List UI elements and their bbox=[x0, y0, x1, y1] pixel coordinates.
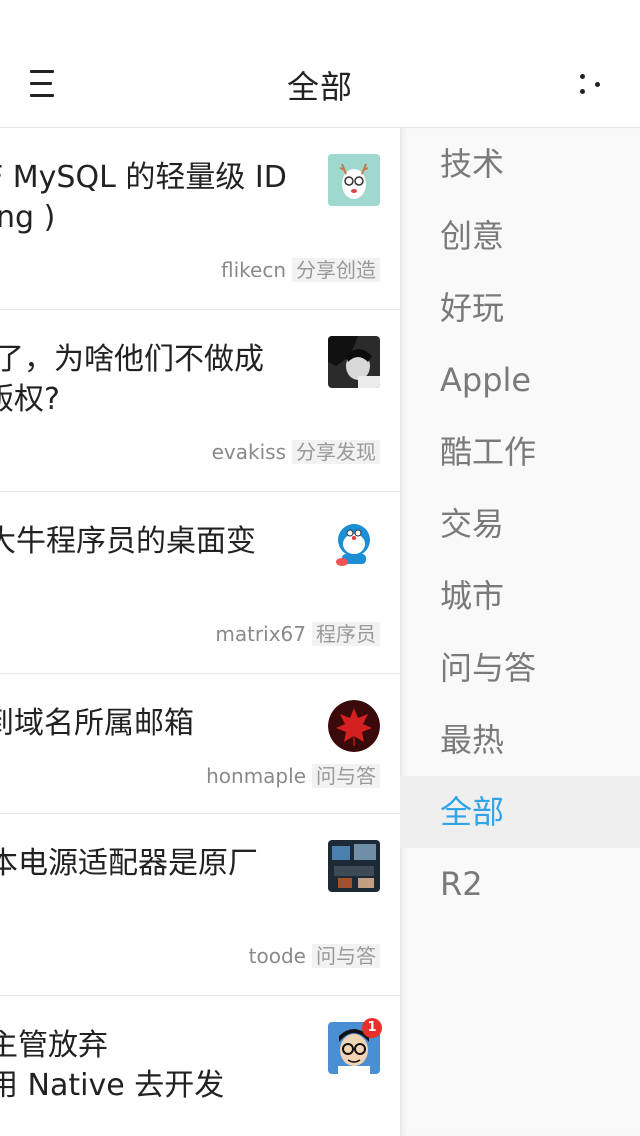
topic-node[interactable]: 分享创造 bbox=[292, 258, 380, 282]
side-item-hot[interactable]: 最热 bbox=[400, 704, 640, 776]
side-item-fun[interactable]: 好玩 bbox=[400, 272, 640, 344]
topic-item[interactable]: 到域名所属邮箱 honmaple 问与答 bbox=[0, 674, 400, 814]
topic-meta: matrix67 程序员 bbox=[215, 620, 380, 648]
topic-title: F MySQL 的轻量级 ID ng ) bbox=[0, 158, 304, 238]
topic-feed[interactable]: F MySQL 的轻量级 ID ng ) flikecn 分享创造 了，为啥他们不… bbox=[0, 128, 400, 1136]
topic-author[interactable]: evakiss bbox=[212, 440, 286, 464]
side-item-all[interactable]: 全部 bbox=[400, 776, 640, 848]
topic-title-line: F MySQL 的轻量级 ID bbox=[0, 160, 287, 195]
topic-title-line: 用 Native 去开发 bbox=[0, 1068, 225, 1103]
maple-leaf-avatar-icon bbox=[328, 700, 380, 752]
page-title: 全部 bbox=[286, 68, 353, 106]
user-avatar[interactable] bbox=[328, 154, 380, 206]
topic-title-line: 主管放弃 bbox=[0, 1028, 108, 1063]
topic-title-line: 了，为啥他们不做成 bbox=[0, 342, 264, 377]
topic-author[interactable]: honmaple bbox=[206, 764, 306, 788]
topic-title-line: 到域名所属邮箱 bbox=[0, 706, 194, 741]
topic-item[interactable]: 大牛程序员的桌面变 matrix67 程序员 bbox=[0, 492, 400, 674]
topic-item[interactable]: 主管放弃 用 Native 去开发 1 bbox=[0, 996, 400, 1136]
topic-meta: flikecn 分享创造 bbox=[221, 256, 380, 284]
side-item-jobs[interactable]: 酷工作 bbox=[400, 416, 640, 488]
topic-title: 到域名所属邮箱 bbox=[0, 704, 304, 744]
topic-title: 本电源适配器是原厂 bbox=[0, 844, 304, 884]
more-dot bbox=[595, 82, 600, 87]
topic-title-line: ng ) bbox=[0, 200, 56, 235]
user-avatar[interactable] bbox=[328, 840, 380, 892]
more-dot bbox=[580, 89, 585, 94]
side-item-tech[interactable]: 技术 bbox=[400, 128, 640, 200]
topic-node[interactable]: 问与答 bbox=[312, 764, 380, 788]
more-dot bbox=[580, 74, 585, 79]
topic-author[interactable]: toode bbox=[249, 944, 306, 968]
side-item-r2[interactable]: R2 bbox=[400, 848, 640, 920]
side-item-apple[interactable]: Apple bbox=[400, 344, 640, 416]
topic-item[interactable]: 了，为啥他们不做成 版权? evakiss分享发现 bbox=[0, 310, 400, 492]
notification-badge: 1 bbox=[362, 1018, 382, 1038]
topic-title: 大牛程序员的桌面变 bbox=[0, 522, 304, 562]
topic-title-line: 大牛程序员的桌面变 bbox=[0, 524, 256, 559]
user-avatar[interactable] bbox=[328, 700, 380, 752]
side-item-city[interactable]: 城市 bbox=[400, 560, 640, 632]
node-side-panel: 技术 创意 好玩 Apple 酷工作 交易 城市 问与答 最热 全部 R2 bbox=[400, 128, 640, 1136]
topic-title-line: 版权? bbox=[0, 382, 60, 417]
doraemon-avatar-icon bbox=[328, 518, 380, 570]
topic-author[interactable]: matrix67 bbox=[215, 622, 306, 646]
app-header: 全部 bbox=[0, 0, 640, 128]
side-item-creative[interactable]: 创意 bbox=[400, 200, 640, 272]
side-item-qna[interactable]: 问与答 bbox=[400, 632, 640, 704]
topic-node[interactable]: 程序员 bbox=[312, 622, 380, 646]
user-avatar[interactable] bbox=[328, 518, 380, 570]
side-item-deals[interactable]: 交易 bbox=[400, 488, 640, 560]
topic-title: 主管放弃 用 Native 去开发 bbox=[0, 1026, 304, 1106]
user-avatar[interactable] bbox=[328, 336, 380, 388]
manga-avatar-icon bbox=[328, 336, 380, 388]
topic-node[interactable]: 问与答 bbox=[312, 944, 380, 968]
topic-meta: toode 问与答 bbox=[249, 942, 380, 970]
topic-meta: evakiss 分享发现 bbox=[212, 438, 380, 466]
topic-title: 了，为啥他们不做成 版权? bbox=[0, 340, 304, 420]
topic-author[interactable]: flikecn bbox=[221, 258, 286, 282]
topic-node[interactable]: 分享发现 bbox=[292, 440, 380, 464]
deer-avatar-icon bbox=[328, 154, 380, 206]
more-dots-icon[interactable] bbox=[566, 64, 610, 104]
topic-title-line: 本电源适配器是原厂 bbox=[0, 846, 258, 881]
workspace-avatar-icon bbox=[328, 840, 380, 892]
topic-meta: honmaple 问与答 bbox=[206, 762, 380, 790]
topic-item[interactable]: 本电源适配器是原厂 toode 问与答 bbox=[0, 814, 400, 996]
topic-item[interactable]: F MySQL 的轻量级 ID ng ) flikecn 分享创造 bbox=[0, 128, 400, 310]
